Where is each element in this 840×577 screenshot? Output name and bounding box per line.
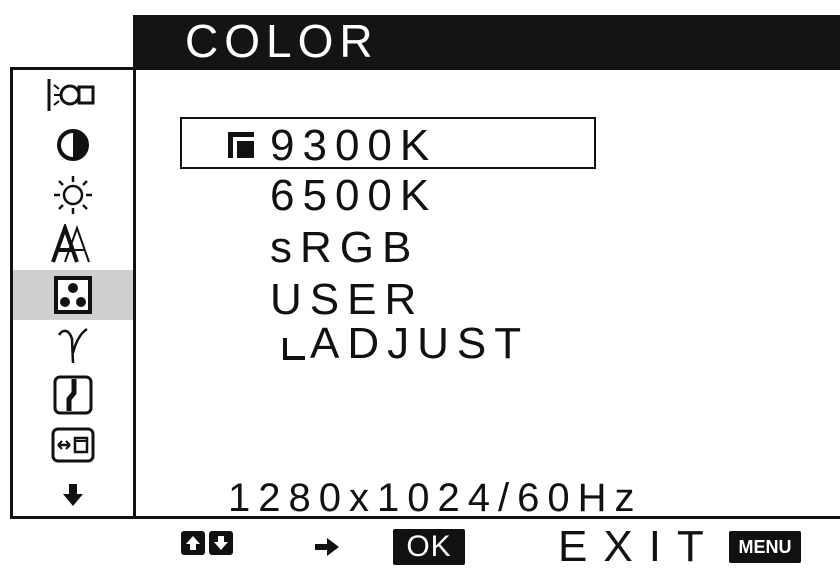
sub-item-corner-icon xyxy=(283,338,305,360)
right-arrow-icon xyxy=(315,538,339,556)
down-key-icon xyxy=(209,531,233,555)
up-down-keys xyxy=(181,531,233,555)
sidebar-item-gamma[interactable] xyxy=(13,320,133,370)
hint-bar: OK EXIT MENU xyxy=(133,519,840,577)
menu-key: MENU xyxy=(729,531,801,563)
down-arrow-icon xyxy=(63,484,83,506)
option-9300k[interactable]: 9300K xyxy=(270,124,437,168)
color-icon xyxy=(54,276,92,314)
option-adjust[interactable]: ADJUST xyxy=(310,322,529,366)
sidebar-divider xyxy=(133,67,136,519)
menu-title: COLOR xyxy=(185,15,379,67)
screen-position-icon xyxy=(51,427,95,463)
brightness-icon xyxy=(54,176,92,214)
sidebar-item-more[interactable] xyxy=(13,470,133,520)
sidebar-item-brightness[interactable] xyxy=(13,170,133,220)
sidebar-item-zoom[interactable] xyxy=(13,370,133,420)
backlight-icon xyxy=(47,79,95,111)
contrast-icon xyxy=(57,129,89,161)
sidebar-item-sharpness[interactable] xyxy=(13,220,133,270)
option-6500k[interactable]: 6500K xyxy=(270,174,437,218)
option-user[interactable]: USER xyxy=(270,278,424,322)
sidebar-item-color[interactable] xyxy=(13,270,133,320)
sidebar xyxy=(13,70,133,516)
gamma-icon xyxy=(57,327,88,364)
sharpness-icon xyxy=(51,224,90,263)
up-key-icon xyxy=(181,531,205,555)
sidebar-item-screen-position[interactable] xyxy=(13,420,133,470)
resolution-readout: 1280x1024/60Hz xyxy=(228,476,643,520)
option-srgb[interactable]: sRGB xyxy=(270,226,419,270)
sidebar-item-contrast[interactable] xyxy=(13,120,133,170)
selected-indicator-icon xyxy=(228,132,254,158)
exit-label: EXIT xyxy=(558,522,720,571)
title-bar: COLOR xyxy=(133,15,840,67)
ok-key: OK xyxy=(393,529,465,565)
zoom-icon xyxy=(53,375,93,415)
sidebar-item-backlight[interactable] xyxy=(13,70,133,120)
